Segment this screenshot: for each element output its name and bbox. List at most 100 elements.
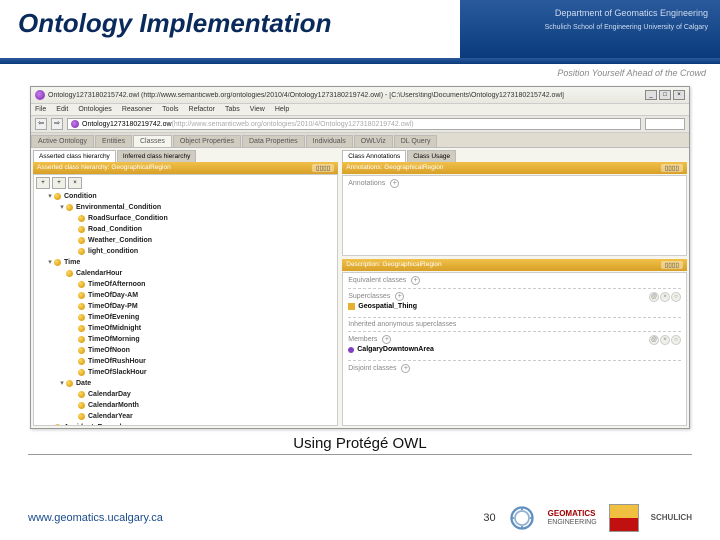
expand-icon[interactable]: ▾: [46, 257, 54, 268]
menu-tabs[interactable]: Tabs: [225, 106, 240, 113]
tree-node[interactable]: TimeOfMorning: [36, 334, 335, 345]
class-bullet-icon: [78, 281, 85, 288]
menu-tools[interactable]: Tools: [162, 106, 178, 113]
superclasses-label: Superclasses: [348, 293, 390, 300]
address-url: (http://www.semanticweb.org/ontologies/2…: [172, 121, 414, 128]
remove-member-button[interactable]: ×: [660, 335, 670, 345]
nav-fwd-button[interactable]: ⇨: [51, 118, 63, 130]
tree-node[interactable]: Weather_Condition: [36, 235, 335, 246]
tree-node[interactable]: ▾Environmental_Condition: [36, 202, 335, 213]
expand-icon[interactable]: ▸: [46, 422, 54, 426]
address-label: Ontology1273180219742.ow: [82, 121, 172, 128]
menu-help[interactable]: Help: [275, 106, 289, 113]
individual-icon: [348, 347, 354, 353]
class-label: Weather_Condition: [88, 235, 152, 246]
add-annotation-button[interactable]: +: [390, 179, 399, 188]
edit-superclass-button[interactable]: @: [649, 292, 659, 302]
info-member-button[interactable]: ○: [671, 335, 681, 345]
tab-inferred-hierarchy[interactable]: Inferred class hierarchy: [117, 150, 197, 162]
tree-node[interactable]: RoadSurface_Condition: [36, 213, 335, 224]
tagline: Position Yourself Ahead of the Crowd: [0, 64, 720, 82]
tree-node[interactable]: TimeOfSlackHour: [36, 367, 335, 378]
ann-view-badge[interactable]: ▯▯▯▯: [661, 164, 683, 172]
tab-object-properties[interactable]: Object Properties: [173, 135, 241, 147]
tab-data-properties[interactable]: Data Properties: [242, 135, 305, 147]
desc-view-badge[interactable]: ▯▯▯▯: [661, 261, 683, 269]
menu-ontologies[interactable]: Ontologies: [78, 106, 111, 113]
tree-node[interactable]: ▾ Date: [36, 378, 335, 389]
add-sibling-button[interactable]: +: [36, 177, 50, 189]
add-equivalent-button[interactable]: +: [411, 276, 420, 285]
panel-view-badge[interactable]: ▯▯▯▯: [312, 164, 334, 172]
member-value[interactable]: CalgaryDowntownArea: [348, 346, 434, 353]
close-button[interactable]: ×: [673, 90, 685, 100]
tree-node[interactable]: TimeOfDay-PM: [36, 301, 335, 312]
class-label: Accident_Record: [64, 422, 122, 426]
tree-node[interactable]: TimeOfMidnight: [36, 323, 335, 334]
class-label: CalendarYear: [88, 411, 133, 422]
tab-asserted-hierarchy[interactable]: Asserted class hierarchy: [33, 150, 116, 162]
menu-view[interactable]: View: [250, 106, 265, 113]
nav-back-button[interactable]: ⇦: [35, 118, 47, 130]
tree-node[interactable]: TimeOfDay-AM: [36, 290, 335, 301]
content-area: Asserted class hierarchy Inferred class …: [31, 148, 689, 428]
tab-individuals[interactable]: Individuals: [306, 135, 353, 147]
remove-superclass-button[interactable]: ×: [660, 292, 670, 302]
description-header-title: Description: GeographicalRegion: [346, 261, 441, 269]
edit-member-button[interactable]: @: [649, 335, 659, 345]
menu-edit[interactable]: Edit: [56, 106, 68, 113]
tab-class-usage[interactable]: Class Usage: [407, 150, 456, 162]
tab-owlviz[interactable]: OWLViz: [354, 135, 393, 147]
tree-node[interactable]: TimeOfNoon: [36, 345, 335, 356]
annotations-panel: Annotations +: [342, 175, 687, 256]
class-tree[interactable]: ▾Condition▾Environmental_ConditionRoadSu…: [36, 191, 335, 426]
tree-node[interactable]: ▾Time: [36, 257, 335, 268]
logo-sub-text: ENGINEERING: [548, 519, 597, 526]
expand-icon[interactable]: ▾: [46, 191, 54, 202]
tree-node[interactable]: CalendarYear: [36, 411, 335, 422]
superclass-value[interactable]: Geospatial_Thing: [348, 303, 417, 310]
tab-entities[interactable]: Entities: [95, 135, 132, 147]
class-label: Date: [76, 378, 91, 389]
annotations-header: Annotations: GeographicalRegion ▯▯▯▯: [342, 162, 687, 174]
slide-caption: Using Protégé OWL: [0, 435, 720, 452]
add-child-button[interactable]: +: [52, 177, 66, 189]
menu-reasoner[interactable]: Reasoner: [122, 106, 152, 113]
class-bullet-icon: [66, 204, 73, 211]
add-disjoint-button[interactable]: +: [401, 364, 410, 373]
tree-node[interactable]: light_condition: [36, 246, 335, 257]
class-label: CalendarMonth: [88, 400, 139, 411]
tree-node[interactable]: CalendarDay: [36, 389, 335, 400]
class-bullet-icon: [78, 347, 85, 354]
tree-node[interactable]: CalendarHour: [36, 268, 335, 279]
maximize-button[interactable]: □: [659, 90, 671, 100]
members-label: Members: [348, 336, 377, 343]
tree-node[interactable]: ▸ Accident_Record: [36, 422, 335, 426]
class-label: light_condition: [88, 246, 138, 257]
add-superclass-button[interactable]: +: [395, 292, 404, 301]
search-input[interactable]: [645, 118, 685, 130]
tab-active-ontology[interactable]: Active Ontology: [31, 135, 94, 147]
minimize-button[interactable]: _: [645, 90, 657, 100]
tab-class-annotations[interactable]: Class Annotations: [342, 150, 406, 162]
tree-node[interactable]: TimeOfAfternoon: [36, 279, 335, 290]
tree-node[interactable]: TimeOfEvening: [36, 312, 335, 323]
tree-node[interactable]: ▾Condition: [36, 191, 335, 202]
tab-dl-query[interactable]: DL Query: [394, 135, 438, 147]
class-bullet-icon: [78, 237, 85, 244]
info-superclass-button[interactable]: ○: [671, 292, 681, 302]
tab-classes[interactable]: Classes: [133, 135, 172, 147]
expand-icon[interactable]: ▾: [58, 378, 66, 389]
address-bar[interactable]: Ontology1273180219742.ow (http://www.sem…: [67, 118, 641, 130]
expand-icon[interactable]: ▾: [58, 202, 66, 213]
schulich-crest-icon: [609, 504, 639, 532]
menu-refactor[interactable]: Refactor: [189, 106, 215, 113]
tree-node[interactable]: CalendarMonth: [36, 400, 335, 411]
tree-node[interactable]: TimeOfRushHour: [36, 356, 335, 367]
class-label: CalendarDay: [88, 389, 131, 400]
tree-node[interactable]: Road_Condition: [36, 224, 335, 235]
class-bullet-icon: [54, 259, 61, 266]
menu-file[interactable]: File: [35, 106, 46, 113]
add-member-button[interactable]: +: [382, 335, 391, 344]
delete-class-button[interactable]: ×: [68, 177, 82, 189]
